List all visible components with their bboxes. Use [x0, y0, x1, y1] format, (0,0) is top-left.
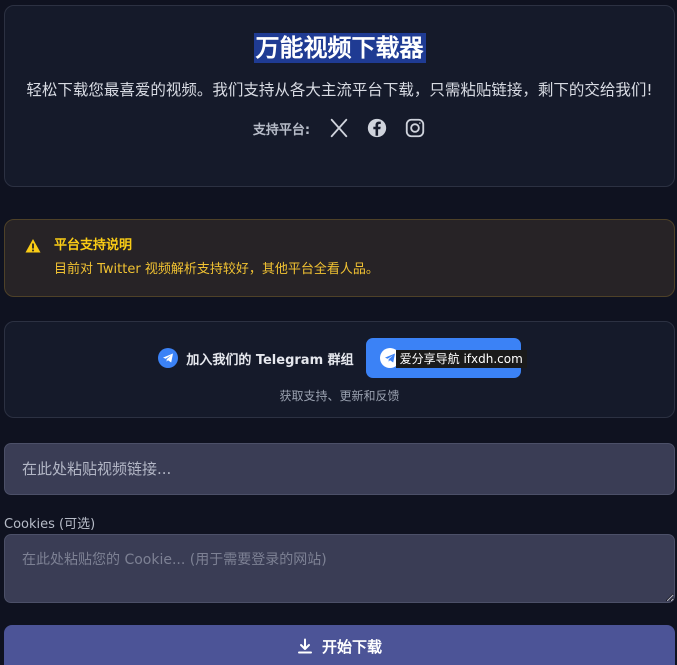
- x-icon[interactable]: [328, 117, 350, 139]
- warning-icon: [25, 238, 41, 254]
- telegram-subtext: 获取支持、更新和反馈: [279, 389, 400, 403]
- start-download-button[interactable]: 开始下载: [4, 625, 675, 665]
- facebook-icon[interactable]: [366, 117, 388, 139]
- instagram-icon[interactable]: [404, 117, 426, 139]
- hero-description: 轻松下载您最喜爱的视频。我们支持从各大主流平台下载，只需粘贴链接，剩下的交给我们…: [26, 81, 653, 99]
- platforms-label: 支持平台:: [252, 122, 311, 138]
- cookies-label: Cookies (可选): [4, 517, 96, 532]
- supported-platforms: 支持平台:: [5, 117, 674, 139]
- join-telegram-button[interactable]: 爱分享导航 ifxdh.com: [365, 338, 527, 378]
- watermark-overlay: 爱分享导航 ifxdh.com: [395, 350, 527, 368]
- platform-notice: 平台支持说明 目前对 Twitter 视频解析支持较好，其他平台全看人品。: [4, 219, 675, 297]
- video-url-input[interactable]: [4, 443, 675, 495]
- notice-title: 平台支持说明: [54, 238, 133, 253]
- telegram-label: 加入我们的 Telegram 群组: [186, 352, 354, 368]
- telegram-card: 加入我们的 Telegram 群组 爱分享导航 ifxdh.com 获取支持、更…: [4, 321, 675, 418]
- notice-text: 目前对 Twitter 视频解析支持较好，其他平台全看人品。: [54, 262, 379, 277]
- page-title: 万能视频下载器: [253, 33, 426, 63]
- download-icon: [297, 638, 312, 654]
- telegram-icon: [158, 348, 179, 368]
- start-download-label: 开始下载: [321, 637, 382, 656]
- hero-card: 万能视频下载器 轻松下载您最喜爱的视频。我们支持从各大主流平台下载，只需粘贴链接…: [4, 5, 675, 187]
- cookies-textarea[interactable]: [4, 534, 675, 603]
